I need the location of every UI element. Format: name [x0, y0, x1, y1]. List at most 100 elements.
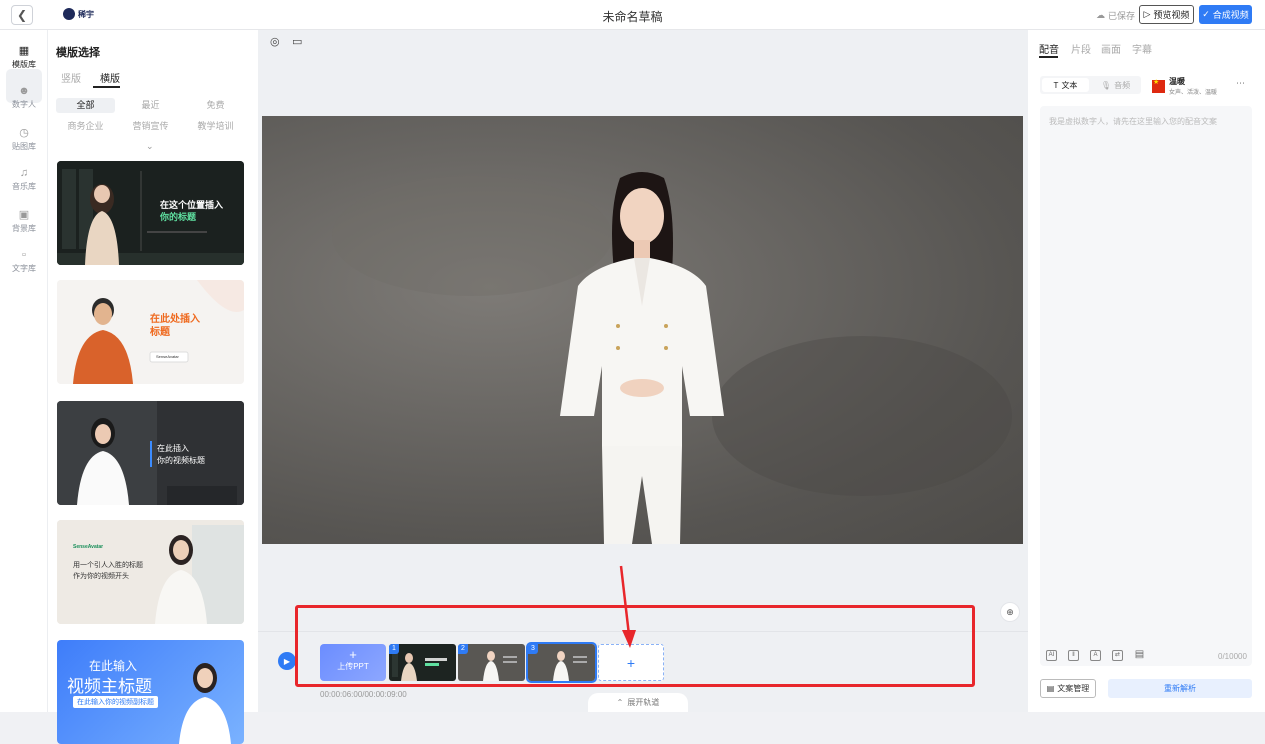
- tab-segment[interactable]: 片段: [1071, 41, 1091, 56]
- check-icon: ✓: [1202, 9, 1210, 19]
- nav-item-label: 音乐库: [12, 182, 36, 191]
- mode-text-button[interactable]: T 文本: [1042, 78, 1089, 92]
- filter-all[interactable]: 全部: [56, 98, 115, 113]
- preview-video-button[interactable]: ▷ 预览视频: [1139, 5, 1194, 24]
- card-brand: SenseAvatar: [73, 544, 104, 550]
- card-caption: 在此输入你的视频副标题: [73, 696, 158, 708]
- filter-marketing[interactable]: 营销宣传: [121, 119, 180, 134]
- card-brand: SenseAvatar: [156, 354, 179, 359]
- input-mode-toggle: T 文本 🎙 音频: [1040, 76, 1141, 94]
- chevron-down-icon[interactable]: ⌄: [146, 141, 154, 152]
- cloud-icon: ☁: [1096, 10, 1105, 20]
- zoom-button[interactable]: ⊕: [1000, 602, 1020, 622]
- video-canvas[interactable]: [262, 116, 1023, 544]
- ai-icon[interactable]: AI: [1046, 650, 1057, 661]
- card-title: 用一个引人入胜的标题: [73, 562, 143, 569]
- tab-portrait[interactable]: 竖版: [61, 70, 81, 85]
- timeline-highlight-box: [295, 605, 975, 687]
- voice-selector[interactable]: 温暖 女声、活泼、温暖: [1152, 76, 1217, 96]
- compose-video-button[interactable]: ✓ 合成视频: [1199, 5, 1252, 24]
- people-icon: ☻: [18, 85, 30, 97]
- template-card[interactable]: 在此处插入 标题 SenseAvatar: [57, 280, 244, 384]
- template-thumbnail: [57, 161, 244, 265]
- save-status: ☁ 已保存: [1096, 9, 1135, 22]
- template-panel: 模版选择 竖版 横版 全部 最近 免费 商务企业 营销宣传 教学培训 ⌄ 在这个…: [48, 30, 258, 744]
- card-subtitle: 你的标题: [160, 212, 197, 222]
- document-icon[interactable]: ▤: [1134, 650, 1145, 661]
- template-card[interactable]: 在此输入 视频主标题 在此输入你的视频副标题: [57, 640, 244, 744]
- template-thumbnail: [57, 401, 244, 505]
- more-icon[interactable]: ⋯: [1236, 78, 1245, 89]
- nav-item-label: 模版库: [12, 60, 36, 69]
- char-count: 0/10000: [1218, 652, 1247, 661]
- tab-landscape[interactable]: 横版: [100, 70, 120, 85]
- filter-training[interactable]: 教学培训: [186, 119, 245, 134]
- script-textarea[interactable]: 我是虚拟数字人，请先在这里输入您的配音文案: [1040, 106, 1252, 666]
- preview-video-label: 预览视频: [1153, 10, 1190, 20]
- clock-icon: ◷: [19, 127, 29, 139]
- music-icon: ♫: [19, 167, 29, 179]
- image-icon: ▣: [18, 209, 30, 221]
- script-placeholder: 我是虚拟数字人，请先在这里输入您的配音文案: [1049, 117, 1217, 126]
- filter-free[interactable]: 免费: [186, 98, 245, 113]
- monitor-icon[interactable]: ▭: [292, 35, 302, 48]
- tab-picture[interactable]: 画面: [1101, 41, 1121, 56]
- voice-description: 女声、活泼、温暖: [1169, 90, 1218, 96]
- card-subtitle: 视频主标题: [67, 677, 152, 696]
- nav-item-music[interactable]: ♫ 音乐库: [0, 167, 48, 192]
- mode-audio-button[interactable]: 🎙 音频: [1092, 78, 1139, 92]
- logo-mark-icon: [63, 8, 75, 20]
- text-icon: T: [1053, 80, 1059, 90]
- target-icon[interactable]: ◎: [270, 35, 280, 48]
- nav-item-label: 数字人: [12, 100, 36, 109]
- right-panel: 配音 片段 画面 字幕 T 文本 🎙 音频 温暖 女声、活泼、温暖 ⋯ 我是虚拟…: [1028, 30, 1265, 712]
- filter-recent[interactable]: 最近: [121, 98, 180, 113]
- layout-icon: ▦: [18, 45, 30, 57]
- template-card[interactable]: 在此插入 你的视频标题: [57, 401, 244, 505]
- tab-subtitle[interactable]: 字幕: [1132, 41, 1152, 56]
- card-subtitle: 你的视频标题: [157, 456, 205, 465]
- nav-item-stickers[interactable]: ◷ 贴图库: [0, 126, 48, 152]
- play-outline-icon: ▷: [1143, 9, 1151, 19]
- nav-item-label: 贴图库: [12, 142, 36, 151]
- doc-manage-button[interactable]: ▤ 文案管理: [1040, 679, 1096, 698]
- tab-underline: [1039, 56, 1058, 58]
- translate-icon[interactable]: ⇄: [1112, 650, 1123, 661]
- template-card[interactable]: 在这个位置插入 你的标题: [57, 161, 244, 265]
- template-card[interactable]: SenseAvatar 用一个引人入胜的标题 作为你的视频开头: [57, 520, 244, 624]
- pause-insert-icon[interactable]: ‖: [1068, 650, 1079, 661]
- text-icon: ▫: [22, 249, 26, 261]
- document-title[interactable]: 未命名草稿: [602, 10, 662, 24]
- document-icon: ▤: [1046, 684, 1055, 693]
- nav-item-backgrounds[interactable]: ▣ 背景库: [0, 208, 48, 234]
- preview-stage: ◎ ▭ ⊕ ▶ + 上传PPT 1 2 3 + 00:00:06:00/00:0…: [258, 30, 1028, 712]
- play-button[interactable]: ▶: [278, 652, 296, 670]
- filter-business[interactable]: 商务企业: [56, 119, 115, 134]
- doc-manage-label: 文案管理: [1057, 684, 1090, 693]
- left-nav: ▦ 模版库 ☻ 数字人 ◷ 贴图库 ♫ 音乐库 ▣ 背景库 ▫ 文字库: [0, 30, 48, 712]
- zoom-in-icon: ⊕: [1006, 606, 1014, 617]
- tab-voiceover[interactable]: 配音: [1039, 41, 1059, 56]
- nav-item-templates[interactable]: ▦ 模版库: [0, 44, 48, 70]
- back-button[interactable]: ❮: [11, 5, 33, 25]
- card-subtitle: 标题: [150, 327, 170, 338]
- nav-item-text[interactable]: ▫ 文字库: [0, 249, 48, 274]
- voice-name: 温暖: [1169, 77, 1185, 86]
- china-flag-icon: [1152, 78, 1165, 93]
- card-subtitle: 作为你的视频开头: [73, 573, 129, 580]
- microphone-icon: 🎙: [1100, 80, 1112, 90]
- nav-item-label: 文字库: [12, 264, 36, 273]
- expand-track-label: 展开轨道: [627, 698, 660, 707]
- top-bar: ❮ 稀宇 未命名草稿 ☁ 已保存 ▷ 预览视频 ✓ 合成视频: [0, 0, 1265, 30]
- play-icon: ▶: [283, 656, 291, 666]
- mode-audio-label: 音频: [1114, 80, 1131, 90]
- pronunciation-icon[interactable]: A: [1090, 650, 1101, 661]
- compose-video-label: 合成视频: [1212, 10, 1249, 20]
- reparse-button[interactable]: 重新解析: [1108, 679, 1252, 698]
- save-status-label: 已保存: [1108, 11, 1136, 21]
- chevron-left-icon: ❮: [16, 8, 28, 22]
- expand-track-button[interactable]: ⌃ 展开轨道: [588, 693, 688, 712]
- nav-item-avatars[interactable]: ☻ 数字人: [0, 85, 48, 110]
- tab-underline: [93, 86, 120, 88]
- mode-text-label: 文本: [1061, 80, 1078, 90]
